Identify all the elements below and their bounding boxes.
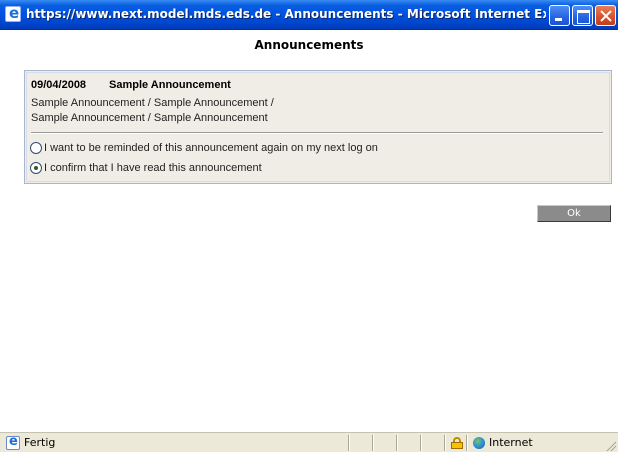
status-separator [444, 435, 446, 451]
lock-icon[interactable] [451, 437, 463, 449]
maximize-button[interactable] [572, 5, 593, 26]
confirm-read-label: I confirm that I have read this announce… [44, 162, 262, 174]
window-title: https://www.next.model.mds.eds.de - Anno… [26, 7, 546, 21]
status-bar: Fertig Internet [0, 432, 618, 452]
ie-icon [5, 4, 21, 22]
status-separator [372, 435, 374, 451]
resize-grip[interactable] [604, 439, 616, 451]
globe-icon [473, 437, 485, 449]
status-text: Fertig [24, 436, 56, 449]
close-button[interactable] [595, 5, 616, 26]
announcement-panel: 09/04/2008 Sample Announcement Sample An… [24, 70, 612, 184]
minimize-button[interactable] [549, 5, 570, 26]
divider [31, 132, 603, 134]
remind-again-label: I want to be reminded of this announceme… [44, 142, 378, 154]
page-title: Announcements [254, 38, 364, 52]
announcement-body-line: Sample Announcement / Sample Announcemen… [31, 97, 274, 109]
status-separator [348, 435, 350, 451]
remind-again-option[interactable]: I want to be reminded of this announceme… [30, 141, 378, 155]
window-title-bar[interactable]: https://www.next.model.mds.eds.de - Anno… [0, 0, 618, 30]
status-separator [420, 435, 422, 451]
announcement-date: 09/04/2008 [31, 79, 87, 91]
confirm-read-option[interactable]: I confirm that I have read this announce… [30, 161, 262, 175]
page-icon [6, 434, 20, 450]
announcement-title: Sample Announcement [109, 79, 231, 91]
security-zone-label: Internet [489, 436, 533, 449]
remind-again-radio[interactable] [30, 142, 42, 154]
status-separator [396, 435, 398, 451]
status-separator [466, 435, 468, 451]
confirm-read-radio[interactable] [30, 162, 42, 174]
ok-button[interactable]: Ok [537, 205, 611, 222]
announcement-body-line: Sample Announcement / Sample Announcemen… [31, 112, 268, 124]
